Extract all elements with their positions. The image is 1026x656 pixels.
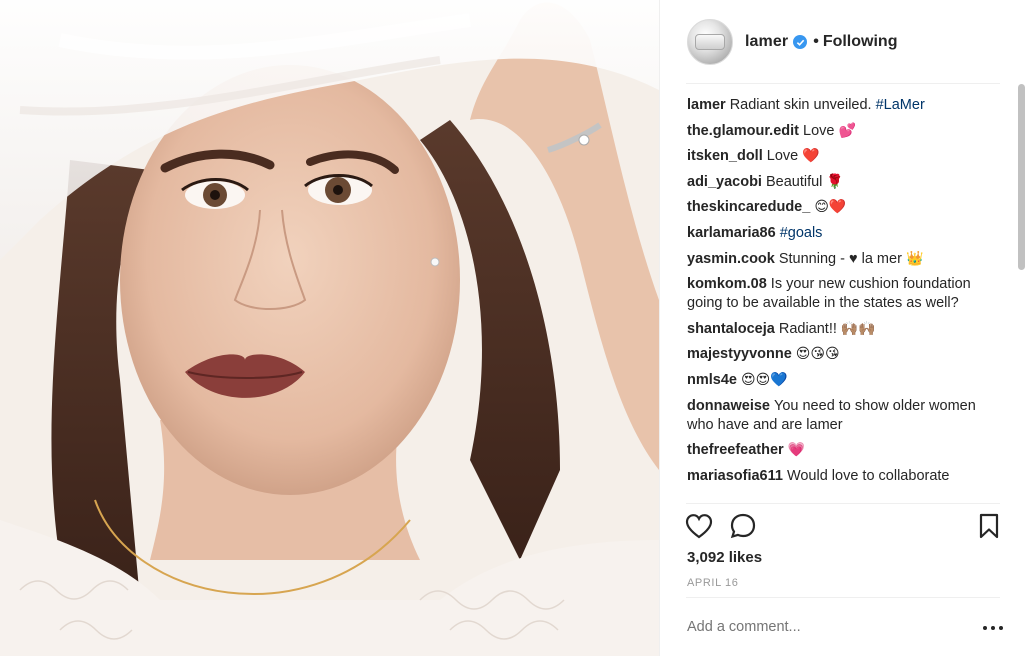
action-bar xyxy=(660,510,1026,544)
comment-text: Radiant skin unveiled. xyxy=(729,97,872,113)
comment-item: mariasofia611 Would love to collaborate xyxy=(687,467,999,486)
comment-item: adi_yacobi Beautiful 🌹 xyxy=(687,173,999,192)
comment-text: Beautiful xyxy=(765,173,823,190)
comment-item: nmls4e 😍😍💙 xyxy=(687,371,999,390)
comment-text: Stunning - ♥ la mer xyxy=(778,250,902,267)
post-side-panel: lamer • Following lamer Radiant skin unve… xyxy=(659,0,1026,656)
separator-dot: • xyxy=(813,33,819,50)
comment-item: the.glamour.edit Love 💕 xyxy=(687,122,999,141)
hashtag-link[interactable]: #LaMer xyxy=(876,97,925,113)
comment-username[interactable]: itsken_doll xyxy=(687,148,763,164)
post-photo xyxy=(0,0,659,656)
comment-item: majestyyvonne 😍😘😘 xyxy=(687,345,999,364)
comment-item: itsken_doll Love ❤️ xyxy=(687,147,999,166)
comment-username[interactable]: majestyyvonne xyxy=(687,346,792,362)
comment-username[interactable]: the.glamour.edit xyxy=(687,123,799,139)
add-comment-input[interactable] xyxy=(687,619,947,635)
comment-username[interactable]: donnaweise xyxy=(687,398,770,414)
comment-username[interactable]: theskincaredude_ xyxy=(687,199,810,215)
comment-emoji: ❤️ xyxy=(802,148,820,165)
post-header: lamer • Following xyxy=(660,0,1026,84)
author-avatar[interactable] xyxy=(687,19,733,65)
header-divider xyxy=(686,83,1000,84)
comment-item: theskincaredude_ 😊❤️ xyxy=(687,198,999,217)
comment-username[interactable]: lamer xyxy=(687,97,726,113)
portrait-photo xyxy=(0,0,659,656)
comment-text: Love xyxy=(766,148,799,165)
following-button[interactable]: Following xyxy=(823,33,898,51)
actions-divider xyxy=(686,503,1000,504)
comment-list[interactable]: lamer Radiant skin unveiled. #LaMer the.gl… xyxy=(687,96,999,502)
comment-item: donnaweise You need to show older women w… xyxy=(687,397,999,435)
comment-item: shantaloceja Radiant!! 🙌🏽🙌🏽 xyxy=(687,320,999,339)
composer-divider xyxy=(686,597,1000,598)
comment-emoji: 👑 xyxy=(905,250,924,267)
comment-username[interactable]: thefreefeather xyxy=(687,442,784,458)
comment-item: yasmin.cook Stunning - ♥ la mer 👑 xyxy=(687,250,999,269)
comment-username[interactable]: nmls4e xyxy=(687,372,737,388)
comment-scrollbar[interactable] xyxy=(1017,84,1025,502)
comment-emoji: 😊❤️ xyxy=(814,199,847,216)
comment-username[interactable]: mariasofia611 xyxy=(687,468,783,484)
comment-username[interactable]: shantaloceja xyxy=(687,321,775,337)
verified-badge-icon xyxy=(793,35,808,49)
comment-emoji: 💕 xyxy=(838,122,856,139)
comment-username[interactable]: adi_yacobi xyxy=(687,174,762,190)
more-options-icon[interactable] xyxy=(983,622,1003,634)
comment-username[interactable]: yasmin.cook xyxy=(687,251,775,267)
heart-icon[interactable] xyxy=(683,510,715,542)
comment-emoji: 🌹 xyxy=(826,173,844,190)
comment-emoji: 🙌🏽🙌🏽 xyxy=(840,320,876,337)
comment-item: lamer Radiant skin unveiled. #LaMer xyxy=(687,96,999,115)
like-count[interactable]: 3,092 likes xyxy=(687,549,762,566)
bookmark-icon[interactable] xyxy=(973,510,1005,542)
comment-item: komkom.08 Is your new cushion foundation … xyxy=(687,275,999,313)
post-date[interactable]: APRIL 16 xyxy=(687,577,738,589)
comment-emoji: 😍😘😘 xyxy=(795,346,840,363)
comment-emoji: 😍😍💙 xyxy=(740,371,788,388)
scroll-thumb[interactable] xyxy=(1018,84,1025,270)
comment-username[interactable]: komkom.08 xyxy=(687,276,767,292)
comment-bubble-icon[interactable] xyxy=(727,510,759,542)
comment-text: Love xyxy=(803,122,835,139)
comment-item: thefreefeather 💗 xyxy=(687,441,999,460)
author-username[interactable]: lamer xyxy=(745,33,788,51)
avatar-jar-image xyxy=(695,34,725,50)
comment-emoji: 💗 xyxy=(787,442,806,459)
comment-username[interactable]: karlamaria86 xyxy=(687,225,776,241)
comment-text: Radiant!! xyxy=(778,320,837,337)
hashtag-link[interactable]: #goals xyxy=(780,225,823,241)
comment-text: Would love to collaborate xyxy=(786,467,950,484)
comment-item: karlamaria86 #goals xyxy=(687,224,999,243)
